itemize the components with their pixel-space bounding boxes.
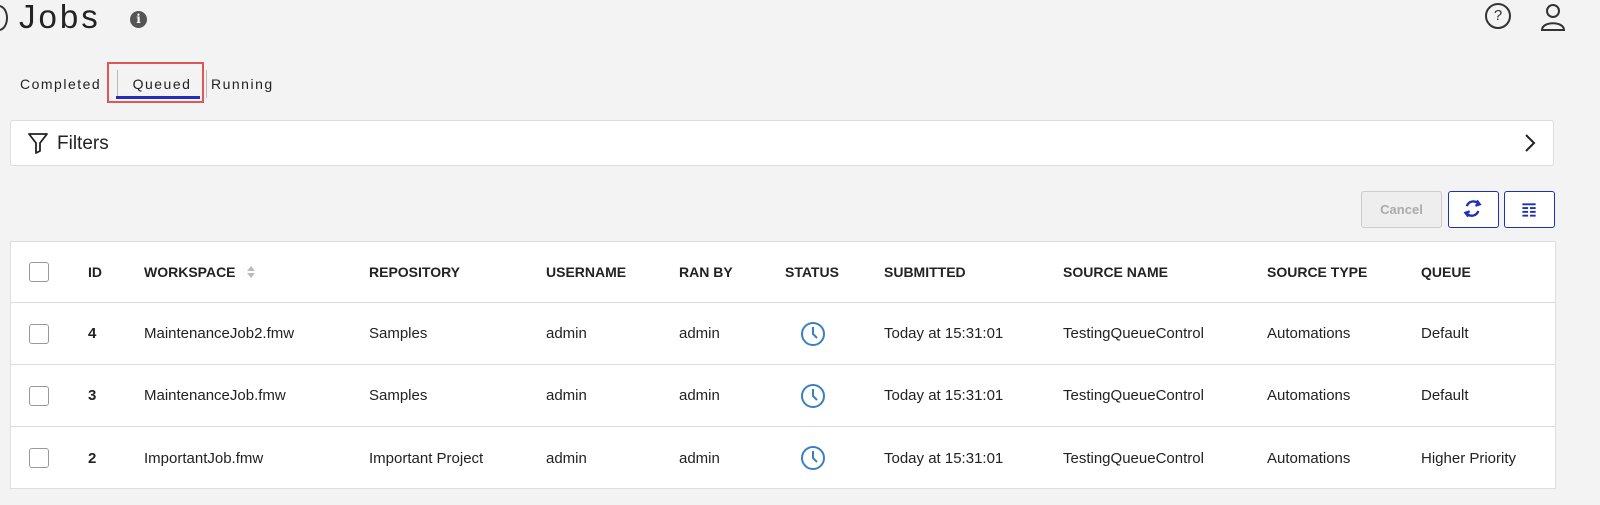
columns-button[interactable] <box>1504 191 1555 228</box>
chevron-right-icon[interactable] <box>1523 133 1537 153</box>
table-row[interactable]: 3 MaintenanceJob.fmw Samples admin admin… <box>11 365 1555 427</box>
job-repository: Samples <box>369 325 428 342</box>
column-header-workspace-label: WORKSPACE <box>144 264 236 280</box>
table-header-row: ID WORKSPACE REPOSITORY USERNAME RAN BY … <box>11 242 1555 303</box>
job-id: 3 <box>88 387 97 404</box>
page-header: Jobs i ? <box>0 0 1600 40</box>
help-icon[interactable]: ? <box>1485 3 1511 29</box>
queued-clock-icon <box>801 321 825 346</box>
tab-completed[interactable]: Completed <box>20 70 101 98</box>
refresh-button[interactable] <box>1448 191 1499 228</box>
tab-running[interactable]: Running <box>211 70 274 98</box>
queued-clock-icon <box>801 446 825 470</box>
column-header-username[interactable]: USERNAME <box>546 242 626 302</box>
column-header-ran-by[interactable]: RAN BY <box>679 242 733 302</box>
job-source-type: Automations <box>1267 325 1351 342</box>
tab-queued[interactable]: Queued <box>117 70 207 98</box>
sort-icon[interactable] <box>246 265 256 279</box>
job-queue: Higher Priority <box>1421 449 1517 467</box>
job-repository: Samples <box>369 387 428 404</box>
job-source-name: TestingQueueControl <box>1063 449 1204 467</box>
page-title: Jobs <box>19 0 101 35</box>
job-username: admin <box>546 387 587 404</box>
column-header-source-type[interactable]: SOURCE TYPE <box>1267 242 1367 302</box>
column-header-repository[interactable]: REPOSITORY <box>369 242 460 302</box>
row-checkbox[interactable] <box>29 385 49 406</box>
job-source-name: TestingQueueControl <box>1063 387 1204 404</box>
filter-icon <box>28 133 48 154</box>
columns-icon <box>1522 203 1536 217</box>
user-icon[interactable] <box>1540 2 1566 32</box>
column-header-queue[interactable]: QUEUE <box>1421 242 1471 302</box>
filters-panel[interactable]: Filters <box>10 120 1554 166</box>
column-header-submitted[interactable]: SUBMITTED <box>884 242 966 302</box>
job-ran-by: admin <box>679 387 720 404</box>
job-workspace[interactable]: ImportantJob.fmw <box>144 427 263 489</box>
job-source-name: TestingQueueControl <box>1063 325 1204 342</box>
info-icon[interactable]: i <box>130 11 147 28</box>
job-submitted: Today at 15:31:01 <box>884 449 1004 467</box>
job-submitted: Today at 15:31:01 <box>884 387 1004 404</box>
job-username: admin <box>546 325 587 342</box>
table-row[interactable]: 2 ImportantJob.fmw Important Project adm… <box>11 427 1555 489</box>
job-id: 2 <box>88 449 97 467</box>
column-header-source-name[interactable]: SOURCE NAME <box>1063 242 1168 302</box>
column-header-id[interactable]: ID <box>88 242 102 302</box>
job-submitted: Today at 15:31:01 <box>884 325 1004 342</box>
job-id: 4 <box>88 325 97 342</box>
job-queue: Default <box>1421 325 1469 342</box>
job-repository: Important Project <box>369 449 484 467</box>
job-ran-by: admin <box>679 449 720 467</box>
row-checkbox[interactable] <box>29 448 49 468</box>
row-checkbox[interactable] <box>29 323 49 344</box>
job-queue: Default <box>1421 387 1469 404</box>
jobs-table: ID WORKSPACE REPOSITORY USERNAME RAN BY … <box>10 241 1556 489</box>
cancel-button[interactable]: Cancel <box>1361 191 1442 228</box>
column-header-workspace[interactable]: WORKSPACE <box>144 242 256 302</box>
job-workspace[interactable]: MaintenanceJob.fmw <box>144 365 286 426</box>
column-header-status[interactable]: STATUS <box>785 242 839 302</box>
filters-label: Filters <box>57 133 109 154</box>
select-all-checkbox[interactable] <box>29 262 49 282</box>
table-row[interactable]: 4 MaintenanceJob2.fmw Samples admin admi… <box>11 303 1555 365</box>
job-source-type: Automations <box>1267 387 1351 404</box>
back-icon[interactable] <box>0 5 8 31</box>
job-workspace[interactable]: MaintenanceJob2.fmw <box>144 303 294 364</box>
job-ran-by: admin <box>679 325 720 342</box>
queued-clock-icon <box>801 383 825 408</box>
job-username: admin <box>546 449 587 467</box>
refresh-icon <box>1463 199 1482 218</box>
active-tab-underline <box>116 96 200 99</box>
job-source-type: Automations <box>1267 449 1351 467</box>
